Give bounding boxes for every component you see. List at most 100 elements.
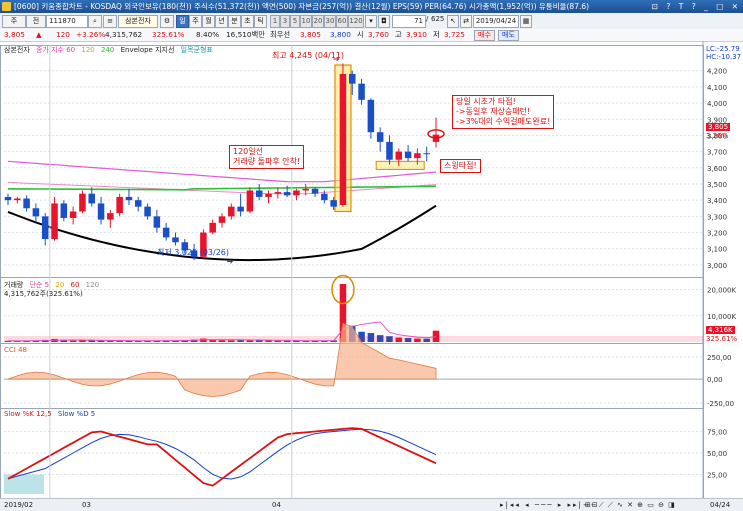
period-year-tab[interactable]: 년 (215, 15, 228, 28)
bottom-bar: 2019/02 03 04 ▸|◂◂ ◂ ─── ▸ ▸▸|+− ⊞⊡⟋ ⟋ ∿… (0, 498, 743, 511)
period-second-tab[interactable]: 초 (241, 15, 254, 28)
candle-body (246, 190, 254, 212)
hc-value: HC:-10.37 (706, 53, 742, 61)
candle-body (23, 198, 30, 209)
candle-body (321, 193, 328, 201)
prev-button[interactable]: 전 (26, 15, 46, 28)
ask-price: 3,800 (330, 30, 351, 39)
slow-axis-label: 75,00 (707, 429, 727, 437)
date-axis-start: 2019/02 (4, 501, 34, 509)
low-price: 3,725 (444, 30, 465, 39)
count-input[interactable]: 71 (392, 15, 426, 28)
candle-body (395, 151, 403, 160)
minute-20[interactable]: 20 (312, 15, 324, 28)
chart-canvas[interactable]: 4,2004,1004,0003,9003,8003,7003,6003,500… (0, 41, 743, 499)
volume-tag: 4,316K (706, 326, 735, 334)
price-change: 120 (56, 30, 70, 39)
cci-axis-label: 0,00 (707, 376, 723, 384)
window-controls[interactable]: ⊡ ? T ? _ □ ✕ (652, 0, 741, 13)
buy-button[interactable]: 매수 (474, 30, 495, 41)
drawing-tools-icon[interactable]: ⊞⊡⟋ ⟋ ∿ ✕ ⊕ ▭ ⊖ ◨ (585, 499, 676, 511)
stock-code-input[interactable]: 111870 (46, 15, 88, 28)
period-month-tab[interactable]: 월 (202, 15, 215, 28)
price-axis-label: 3,500 (707, 181, 727, 189)
chart-area[interactable]: 4,200 4,100 4,000 3,900 3,800 3,700 3,600 3,500… (0, 41, 743, 499)
cursor-icon[interactable]: ↖ (447, 15, 459, 28)
minute-30[interactable]: 30 (324, 15, 336, 28)
candle-body (107, 213, 114, 220)
lock-icon[interactable]: ◘ (378, 15, 390, 28)
candle-body (293, 190, 300, 196)
lc-value: LC:-25.79 (706, 45, 740, 53)
candle-body (423, 153, 430, 155)
candle-body (237, 206, 244, 212)
period-minute-tab[interactable]: 분 (228, 15, 241, 28)
candle-body (302, 188, 309, 191)
candle-body (311, 188, 319, 194)
list-icon[interactable]: ≡ (103, 15, 117, 28)
app-icon (2, 2, 11, 11)
candle-body (228, 206, 235, 217)
minute-5[interactable]: 5 (290, 15, 300, 28)
open-price: 3,760 (368, 30, 389, 39)
legend-stock-name: 삼본전자 (4, 46, 30, 54)
candle-body (255, 190, 263, 197)
calendar-icon[interactable]: ▦ (520, 15, 532, 28)
minute-3[interactable]: 3 (280, 15, 290, 28)
price-axis-label: 4,200 (707, 68, 727, 76)
legend-envelope: Envelope 지지선 (120, 46, 175, 54)
volume-axis-label: 20,000K (707, 287, 736, 295)
slow-axis-label: 25,00 (707, 472, 727, 480)
candle-body (41, 216, 49, 240)
minute-10[interactable]: 10 (300, 15, 312, 28)
low-arrow-icon: ➔ (227, 257, 234, 266)
candle-body (367, 99, 375, 133)
period-tick-tab[interactable]: 틱 (254, 15, 267, 28)
best-quote-label: 최우선 (270, 30, 291, 39)
volume-axis-label: 10,000K (707, 313, 736, 321)
candle-body (88, 193, 95, 204)
price-axis-label: 4,100 (707, 84, 727, 92)
minute-60[interactable]: 60 (336, 15, 348, 28)
high-label: 고 (395, 30, 402, 39)
minute-120[interactable]: 120 (348, 15, 364, 28)
period-day-tab[interactable]: 일 (176, 15, 189, 28)
candle-body (414, 153, 421, 159)
date-input[interactable]: 2019/04/24 (473, 15, 519, 28)
stock-name-field[interactable]: 삼본전자 (118, 15, 158, 28)
scroll-controls[interactable]: ▸|◂◂ ◂ ─── ▸ ▸▸|+− (500, 499, 599, 511)
candle-body (274, 192, 282, 194)
dropdown-icon[interactable]: ▾ (365, 15, 377, 28)
price-axis-label: 3,400 (707, 197, 727, 205)
sell-button[interactable]: 매도 (498, 30, 519, 41)
price-axis-label: 3,100 (707, 246, 727, 254)
trade-amount: 16,510백만 (226, 30, 265, 39)
legend-ma60: 종가 지수 60 (36, 46, 76, 54)
bid-price: 3,805 (300, 30, 321, 39)
minute-1[interactable]: 1 (270, 15, 280, 28)
change-percent: +3.26% (76, 30, 106, 39)
candle-body (358, 83, 365, 100)
search-icon[interactable]: ⌕ (88, 15, 102, 28)
annotation-swing-hit: 스윙타점! (440, 159, 481, 173)
high-price: 3,910 (406, 30, 427, 39)
legend-volume-ma60: 60 (70, 281, 80, 289)
price-axis-label: 3,300 (707, 213, 727, 221)
legend-volume-ma120: 120 (85, 281, 100, 289)
menu-dropdown[interactable]: 주 (2, 15, 26, 28)
candle-body (330, 200, 337, 207)
candle-body (116, 196, 123, 214)
candle-body (386, 141, 393, 160)
settings-icon[interactable]: ⚙ (160, 15, 174, 28)
price-axis-label: 3,600 (707, 165, 727, 173)
legend-ma120: 120 (81, 46, 95, 54)
candle-body (404, 151, 412, 159)
split-icon[interactable]: ⇄ (460, 15, 472, 28)
candle-body (153, 216, 161, 228)
volume-value-label: 4,315,762주(325.61%) (4, 290, 83, 298)
up-arrow-icon: ▲ (36, 30, 42, 39)
cci-axis-label: 250,00 (707, 354, 732, 362)
last-price-pct: 3.26% (706, 132, 729, 140)
candle-body (283, 192, 291, 196)
period-week-tab[interactable]: 주 (189, 15, 202, 28)
